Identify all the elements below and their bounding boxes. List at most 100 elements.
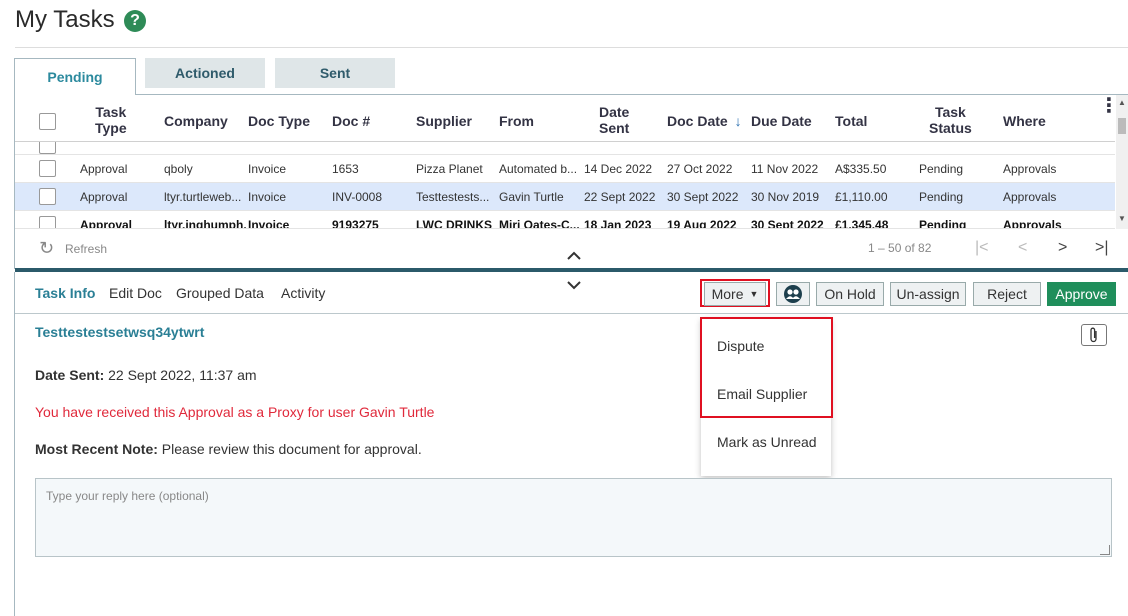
header-date-sent-line1: Date bbox=[599, 104, 630, 120]
cell-company: ltyr.turtleweb... bbox=[164, 190, 242, 204]
select-all-checkbox[interactable] bbox=[39, 113, 56, 130]
cell-where: Approvals bbox=[1003, 218, 1062, 229]
cell-where: Approvals bbox=[1003, 190, 1057, 204]
row-checkbox[interactable] bbox=[39, 160, 56, 177]
date-sent-line: Date Sent: 22 Sept 2022, 11:37 am bbox=[35, 367, 257, 383]
caret-down-icon: ▼ bbox=[749, 289, 759, 299]
reject-button[interactable]: Reject bbox=[973, 282, 1041, 306]
cell-due-date: 30 Nov 2019 bbox=[751, 190, 820, 204]
cell-doc-type: Invoice bbox=[248, 162, 287, 176]
on-hold-button[interactable]: On Hold bbox=[816, 282, 884, 306]
tab-grouped-data[interactable]: Grouped Data bbox=[176, 285, 264, 301]
row-checkbox[interactable] bbox=[39, 142, 56, 154]
unassign-button[interactable]: Un-assign bbox=[890, 282, 966, 306]
next-page-icon[interactable]: > bbox=[1058, 239, 1067, 257]
header-company[interactable]: Company bbox=[164, 113, 228, 129]
menu-highlight bbox=[700, 317, 833, 418]
expand-up-icon[interactable] bbox=[566, 251, 582, 261]
table-row[interactable]: Approval ltyr.inghumph... Invoice 9193275 LW… bbox=[15, 211, 1115, 229]
cell-total: A$335.50 bbox=[835, 162, 887, 176]
recent-note-label: Most Recent Note: bbox=[35, 441, 158, 457]
header-doc-date-label: Doc Date bbox=[667, 113, 728, 129]
detail-tabs-divider bbox=[15, 313, 1128, 314]
tab-sent[interactable]: Sent bbox=[275, 58, 395, 88]
tab-task-info[interactable]: Task Info bbox=[35, 285, 95, 301]
header-supplier[interactable]: Supplier bbox=[416, 113, 472, 129]
tab-edit-doc[interactable]: Edit Doc bbox=[109, 285, 162, 301]
grid-scrollbar-thumb[interactable] bbox=[1118, 118, 1126, 134]
header-from[interactable]: From bbox=[499, 113, 534, 129]
date-sent-value: 22 Sept 2022, 11:37 am bbox=[108, 367, 257, 383]
prev-page-icon[interactable]: < bbox=[1018, 239, 1027, 257]
cell-task-status: Pending bbox=[919, 162, 964, 176]
cell-date-sent: 18 Jan 2023 bbox=[584, 218, 652, 229]
header-task-type-line1: Task bbox=[95, 104, 127, 120]
more-label: More bbox=[711, 286, 744, 302]
approve-button[interactable]: Approve bbox=[1047, 282, 1116, 306]
last-page-icon[interactable]: >| bbox=[1095, 239, 1109, 257]
cell-total: £1,110.00 bbox=[835, 190, 888, 204]
recent-note-value: Please review this document for approval… bbox=[161, 441, 422, 457]
document-heading[interactable]: Testtestestsetwsq34ytwrt bbox=[35, 324, 204, 340]
menu-item-mark-unread[interactable]: Mark as Unread bbox=[717, 434, 817, 450]
header-due-date[interactable]: Due Date bbox=[751, 113, 812, 129]
header-doc-date[interactable]: Doc Date ↓ bbox=[667, 113, 742, 129]
cell-where: Approvals bbox=[1003, 162, 1057, 176]
first-page-icon[interactable]: |< bbox=[975, 239, 989, 257]
cell-doc-date: 27 Oct 2022 bbox=[667, 162, 733, 176]
header-date-sent[interactable]: Date Sent bbox=[599, 104, 629, 136]
cell-from: Miri Oates-C... bbox=[499, 218, 580, 229]
resize-handle[interactable] bbox=[1100, 545, 1110, 555]
table-row[interactable]: Approval ltyr.turtleweb... Invoice INV-0008… bbox=[15, 183, 1115, 211]
cell-doc-num: INV-0008 bbox=[332, 190, 383, 204]
cell-task-status: Pending bbox=[919, 218, 967, 229]
cell-task-type: Approval bbox=[80, 190, 128, 204]
cell-company: qboly bbox=[164, 162, 193, 176]
cell-total: £1,345.48 bbox=[835, 218, 889, 229]
table-row-clipped[interactable] bbox=[15, 142, 1115, 155]
more-button[interactable]: More ▼ bbox=[704, 282, 766, 306]
header-task-status[interactable]: Task Status bbox=[929, 104, 972, 136]
cell-supplier: Pizza Planet bbox=[416, 162, 483, 176]
date-sent-label: Date Sent: bbox=[35, 367, 105, 383]
cell-task-type: Approval bbox=[80, 162, 128, 176]
tab-pending[interactable]: Pending bbox=[14, 58, 136, 95]
attachment-button[interactable] bbox=[1081, 324, 1107, 346]
scroll-down-icon[interactable]: ▼ bbox=[1118, 214, 1126, 223]
reassign-button[interactable] bbox=[776, 282, 810, 306]
scroll-up-icon[interactable]: ▲ bbox=[1118, 98, 1126, 107]
refresh-icon[interactable]: ↻ bbox=[39, 238, 54, 259]
cell-doc-type: Invoice bbox=[248, 190, 287, 204]
cell-supplier: LWC DRINKS ... bbox=[416, 218, 496, 229]
header-task-type-line2: Type bbox=[95, 120, 127, 136]
tab-activity[interactable]: Activity bbox=[281, 285, 325, 301]
cell-doc-date: 19 Aug 2022 bbox=[667, 218, 737, 229]
header-doc-number[interactable]: Doc # bbox=[332, 113, 370, 129]
recent-note-line: Most Recent Note: Please review this doc… bbox=[35, 441, 422, 457]
row-checkbox[interactable] bbox=[39, 188, 56, 205]
header-doc-type[interactable]: Doc Type bbox=[248, 113, 310, 129]
table-row[interactable]: Approval qboly Invoice 1653 Pizza Planet Auto… bbox=[15, 155, 1115, 183]
reply-textarea[interactable]: Type your reply here (optional) bbox=[35, 478, 1112, 557]
tab-actioned[interactable]: Actioned bbox=[145, 58, 265, 88]
header-divider bbox=[15, 47, 1128, 48]
help-icon[interactable]: ? bbox=[124, 10, 146, 32]
collapse-down-icon[interactable] bbox=[566, 280, 582, 290]
cell-doc-date: 30 Sept 2022 bbox=[667, 190, 739, 204]
cell-from: Automated b... bbox=[499, 162, 578, 176]
panel-splitter[interactable] bbox=[15, 268, 1128, 272]
cell-task-type: Approval bbox=[80, 218, 133, 229]
detail-panel-border bbox=[14, 272, 15, 616]
row-checkbox[interactable] bbox=[39, 216, 56, 228]
header-date-sent-line2: Sent bbox=[599, 120, 630, 136]
header-task-type[interactable]: Task Type bbox=[95, 104, 127, 136]
header-task-status-line1: Task bbox=[934, 104, 966, 120]
cell-doc-num: 9193275 bbox=[332, 218, 379, 229]
cell-from: Gavin Turtle bbox=[499, 190, 564, 204]
refresh-label[interactable]: Refresh bbox=[65, 242, 107, 256]
page-range: 1 – 50 of 82 bbox=[868, 241, 932, 255]
grid-scrollbar[interactable] bbox=[1116, 95, 1128, 229]
header-total[interactable]: Total bbox=[835, 113, 867, 129]
header-where[interactable]: Where bbox=[1003, 113, 1046, 129]
header-task-status-line2: Status bbox=[929, 120, 972, 136]
